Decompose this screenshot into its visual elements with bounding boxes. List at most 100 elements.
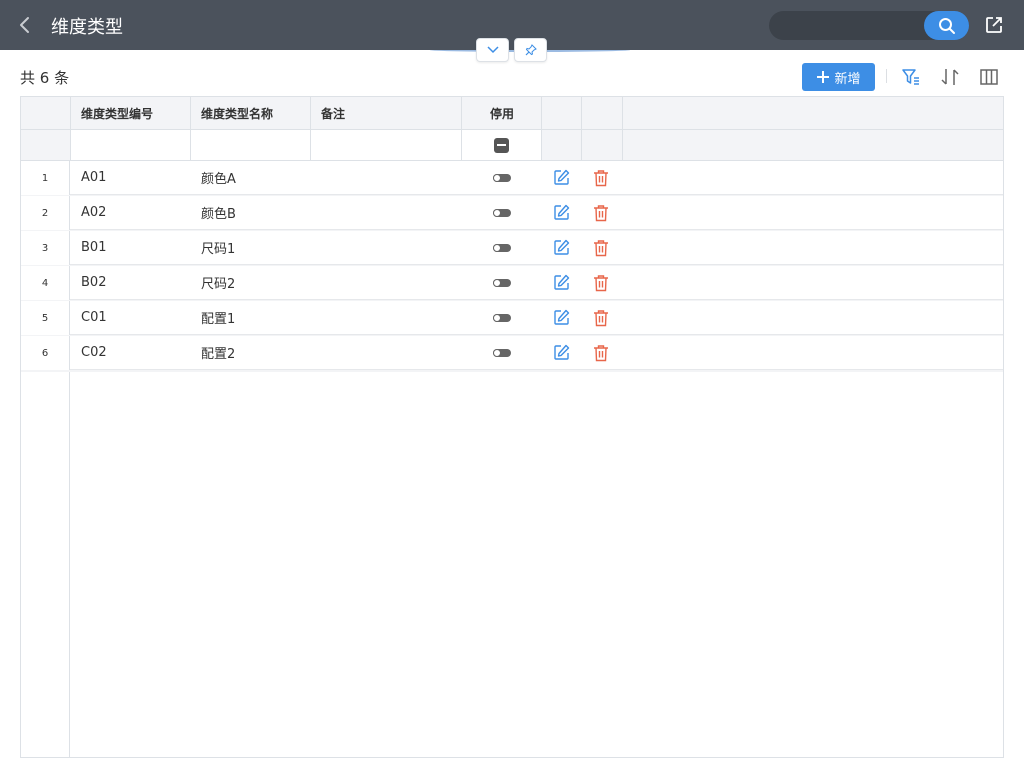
trash-icon — [594, 274, 608, 291]
cell-remark — [321, 161, 456, 194]
cell-remark — [321, 196, 456, 229]
column-divider — [310, 130, 311, 160]
columns-icon — [980, 69, 998, 85]
cell-name: 颜色A — [201, 172, 236, 187]
column-divider — [541, 97, 542, 129]
edit-button[interactable] — [551, 203, 571, 223]
row-number: 3 — [21, 231, 70, 265]
column-header-name[interactable]: 维度类型名称 — [201, 97, 311, 129]
cell-code: B02 — [81, 275, 107, 290]
filter-input-name[interactable] — [191, 130, 310, 160]
edit-button[interactable] — [551, 168, 571, 188]
edit-button[interactable] — [551, 308, 571, 328]
column-divider — [622, 130, 623, 160]
back-button[interactable] — [12, 12, 38, 38]
cell-edit — [549, 231, 573, 264]
table-row[interactable]: 3 B01 尺码1 — [21, 231, 1003, 267]
filter-icon — [902, 69, 919, 85]
table-row[interactable]: 1 A01 颜色A — [21, 161, 1003, 197]
cell-disabled — [462, 231, 541, 264]
top-header: 维度类型 — [0, 0, 1024, 50]
delete-button[interactable] — [591, 238, 611, 258]
filter-cell-disabled — [462, 130, 541, 160]
column-header-code[interactable]: 维度类型编号 — [81, 97, 191, 129]
edit-button[interactable] — [551, 343, 571, 363]
cell-delete — [589, 161, 613, 194]
sort-button[interactable] — [939, 66, 961, 88]
filter-row — [21, 130, 1003, 161]
data-grid: 维度类型编号 维度类型名称 备注 停用 1 A01 颜色A 2 A02 颜色B … — [20, 96, 1004, 758]
edit-icon — [553, 274, 569, 290]
column-divider — [190, 130, 191, 160]
row-number: 1 — [21, 161, 70, 195]
filter-input-code[interactable] — [71, 130, 190, 160]
cell-disabled — [462, 196, 541, 229]
search-input[interactable] — [781, 15, 921, 36]
pin-header-button[interactable] — [514, 38, 547, 62]
share-icon — [986, 17, 1002, 33]
table-row[interactable]: 6 C02 配置2 — [21, 336, 1003, 372]
edit-icon — [553, 204, 569, 220]
cell-disabled — [462, 266, 541, 299]
plus-icon — [817, 71, 830, 83]
filter-checkbox-disabled[interactable] — [494, 137, 509, 153]
table-row[interactable]: 4 B02 尺码2 — [21, 266, 1003, 302]
delete-button[interactable] — [591, 168, 611, 188]
disabled-toggle[interactable] — [492, 208, 511, 217]
column-divider — [310, 97, 311, 129]
toolbar-divider — [886, 69, 887, 83]
filter-button[interactable] — [900, 66, 922, 88]
table-row[interactable]: 2 A02 颜色B — [21, 196, 1003, 232]
column-divider — [541, 130, 542, 160]
cell-delete — [589, 196, 613, 229]
trash-icon — [594, 204, 608, 221]
column-divider — [70, 130, 71, 160]
cell-name: 配置2 — [201, 347, 236, 362]
cell-delete — [589, 336, 613, 369]
edit-icon — [553, 344, 569, 360]
column-divider — [461, 130, 462, 160]
disabled-toggle[interactable] — [492, 243, 511, 252]
cell-name: 配置1 — [201, 312, 236, 327]
column-header-remark[interactable]: 备注 — [321, 97, 461, 129]
delete-button[interactable] — [591, 343, 611, 363]
delete-button[interactable] — [591, 308, 611, 328]
row-number: 5 — [21, 301, 70, 335]
cell-code: A01 — [81, 170, 107, 185]
column-header-disabled[interactable]: 停用 — [462, 97, 542, 129]
edit-button[interactable] — [551, 238, 571, 258]
cell-name: 尺码2 — [201, 277, 236, 292]
row-number: 6 — [21, 336, 70, 370]
delete-button[interactable] — [591, 203, 611, 223]
add-button[interactable]: 新增 — [802, 63, 875, 91]
cell-remark — [321, 301, 456, 334]
sort-icon — [941, 69, 959, 85]
share-button[interactable] — [983, 14, 1005, 36]
disabled-toggle[interactable] — [492, 173, 511, 182]
table-row[interactable]: 5 C01 配置1 — [21, 301, 1003, 337]
collapse-header-button[interactable] — [476, 38, 509, 62]
cell-disabled — [462, 161, 541, 194]
cell-remark — [321, 231, 456, 264]
column-divider — [581, 97, 582, 129]
edit-button[interactable] — [551, 273, 571, 293]
delete-button[interactable] — [591, 273, 611, 293]
columns-button[interactable] — [978, 66, 1000, 88]
column-divider — [622, 97, 623, 129]
cell-remark — [321, 266, 456, 299]
cell-disabled — [462, 336, 541, 369]
trash-icon — [594, 344, 608, 361]
search-box — [769, 11, 969, 40]
trash-icon — [594, 239, 608, 256]
disabled-toggle[interactable] — [492, 313, 511, 322]
page-title: 维度类型 — [51, 17, 123, 38]
chevron-left-icon — [20, 17, 29, 33]
search-button[interactable] — [924, 11, 969, 40]
cell-name: 颜色B — [201, 207, 236, 222]
cell-delete — [589, 301, 613, 334]
trash-icon — [594, 309, 608, 326]
column-divider — [581, 130, 582, 160]
disabled-toggle[interactable] — [492, 348, 511, 357]
filter-input-remark[interactable] — [311, 130, 461, 160]
disabled-toggle[interactable] — [492, 278, 511, 287]
